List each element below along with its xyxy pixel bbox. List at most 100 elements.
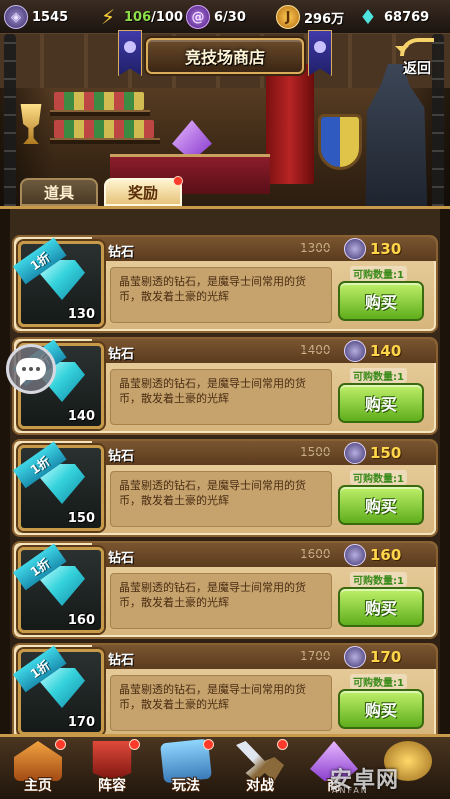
chat-bubble-icon bbox=[16, 358, 46, 386]
item-name: 钻石 bbox=[108, 653, 135, 668]
chain-left bbox=[4, 34, 16, 210]
item-icon-frame[interactable]: 150 1折 bbox=[12, 441, 104, 531]
buy-button[interactable]: 购买 bbox=[338, 281, 424, 321]
ticket-resource[interactable]: @ 6/30 bbox=[186, 5, 246, 29]
nav-lineup-label: 阵容 bbox=[98, 778, 126, 794]
shelf-goods bbox=[54, 120, 154, 138]
back-button[interactable]: 返回 bbox=[392, 36, 442, 78]
shield-decoration bbox=[318, 114, 362, 170]
tab-items[interactable]: 道具 bbox=[20, 178, 98, 206]
rank-value: 1545 bbox=[32, 9, 69, 25]
tab-rewards-label: 奖励 bbox=[127, 183, 158, 202]
buy-button[interactable]: 购买 bbox=[338, 485, 424, 525]
item-description: 晶莹剔透的钻石，是魔导士间常用的货币，散发着土豪的光辉 bbox=[119, 683, 306, 711]
rank-resource[interactable]: ◈ 1545 bbox=[4, 5, 68, 29]
alert-dot-icon bbox=[277, 739, 288, 750]
nav-battle-label: 对战 bbox=[246, 778, 274, 794]
nav-home[interactable]: 主页 bbox=[6, 739, 70, 799]
item-price: 150 bbox=[370, 444, 402, 462]
item-icon-frame[interactable]: 130 1折 bbox=[12, 237, 104, 327]
item-name: 钻石 bbox=[108, 449, 135, 464]
energy-value: 106/100 bbox=[124, 10, 183, 25]
curtain-decoration bbox=[266, 64, 314, 184]
tab-rewards[interactable]: 奖励 bbox=[104, 176, 183, 206]
energy-current: 106 bbox=[124, 9, 152, 25]
rank-emblem-icon: ◈ bbox=[4, 5, 28, 29]
trophy-decoration bbox=[20, 104, 42, 144]
item-description: 晶莹剔透的钻石，是魔导士间常用的货币，散发着土豪的光辉 bbox=[119, 479, 306, 507]
item-icon-frame[interactable]: 160 1折 bbox=[12, 543, 104, 633]
item-count: 170 bbox=[67, 715, 95, 730]
item-description: 晶莹剔透的钻石，是魔导士间常用的货币，散发着土豪的光辉 bbox=[119, 275, 306, 303]
item-count: 160 bbox=[67, 613, 95, 628]
back-label: 返回 bbox=[403, 61, 431, 77]
original-price: 1500 bbox=[300, 445, 331, 459]
item-description: 晶莹剔透的钻石，是魔导士间常用的货币，散发着土豪的光辉 bbox=[119, 377, 306, 405]
buy-button[interactable]: 购买 bbox=[338, 587, 424, 627]
gold-value: 296万 bbox=[304, 11, 345, 27]
purchase-limit: 可购数量:1 bbox=[350, 470, 407, 485]
nav-battle[interactable]: 对战 bbox=[228, 739, 292, 799]
resource-bar: ◈ 1545 ⚡ 106/100 @ 6/30 J 296万 ♦ 68769 bbox=[0, 0, 450, 34]
nav-lineup[interactable]: 阵容 bbox=[80, 739, 144, 799]
list-item: 170 1折 钻石 1700 170 晶莹剔透的钻石，是魔导士间常用的货币，散发… bbox=[12, 643, 438, 734]
nav-gameplay[interactable]: 玩法 bbox=[154, 738, 218, 799]
diamond-resource[interactable]: ♦ 68769 bbox=[356, 5, 429, 29]
arena-token-icon bbox=[344, 238, 366, 260]
buy-button[interactable]: 购买 bbox=[338, 383, 424, 423]
item-price: 130 bbox=[370, 240, 402, 258]
item-icon-frame[interactable]: 170 1折 bbox=[12, 645, 104, 734]
back-arrow-icon bbox=[395, 38, 434, 56]
page-title: 竞技场商店 bbox=[184, 48, 265, 67]
purchase-limit: 可购数量:1 bbox=[350, 572, 407, 587]
arena-token-icon bbox=[344, 340, 366, 362]
shelf bbox=[50, 110, 150, 116]
purchase-limit: 可购数量:1 bbox=[350, 266, 407, 281]
original-price: 1600 bbox=[300, 547, 331, 561]
crystal-decoration bbox=[172, 120, 212, 154]
item-count: 130 bbox=[67, 307, 95, 322]
purchase-limit: 可购数量:1 bbox=[350, 368, 407, 383]
alert-dot-icon bbox=[55, 739, 66, 750]
energy-resource[interactable]: ⚡ 106/100 bbox=[96, 5, 183, 29]
energy-max: /100 bbox=[151, 9, 184, 25]
alert-dot-icon bbox=[129, 739, 140, 750]
list-item: 150 1折 钻石 1500 150 晶莹剔透的钻石，是魔导士间常用的货币，散发… bbox=[12, 439, 438, 537]
item-price: 170 bbox=[370, 648, 402, 666]
gold-coin-icon: J bbox=[276, 5, 300, 29]
original-price: 1300 bbox=[300, 241, 331, 255]
nav-gameplay-label: 玩法 bbox=[172, 778, 200, 794]
shop-title-banner: 竞技场商店 bbox=[146, 38, 304, 74]
arena-token-icon bbox=[344, 442, 366, 464]
gold-resource[interactable]: J 296万 bbox=[276, 5, 344, 29]
item-description-box: 晶莹剔透的钻石，是魔导士间常用的货币，散发着土豪的光辉 bbox=[110, 267, 332, 323]
item-list-panel[interactable]: 130 1折 钻石 1300 130 晶莹剔透的钻石，是魔导士间常用的货币，散发… bbox=[0, 206, 450, 734]
alert-dot-icon bbox=[203, 739, 214, 750]
purchase-limit: 可购数量:1 bbox=[350, 674, 407, 689]
original-price: 1400 bbox=[300, 343, 331, 357]
item-name: 钻石 bbox=[108, 551, 135, 566]
list-item: 140 1折 钻石 1400 140 晶莹剔透的钻石，是魔导士间常用的货币，散发… bbox=[12, 337, 438, 435]
item-description-box: 晶莹剔透的钻石，是魔导士间常用的货币，散发着土豪的光辉 bbox=[110, 675, 332, 731]
item-name: 钻石 bbox=[108, 347, 135, 362]
item-name: 钻石 bbox=[108, 245, 135, 260]
shelf bbox=[50, 138, 160, 144]
item-description-box: 晶莹剔透的钻石，是魔导士间常用的货币，散发着土豪的光辉 bbox=[110, 573, 332, 629]
shelf-goods bbox=[54, 92, 144, 110]
nav-home-label: 主页 bbox=[24, 778, 52, 794]
lightning-icon: ⚡ bbox=[100, 5, 116, 29]
tab-items-label: 道具 bbox=[43, 183, 74, 202]
buy-button[interactable]: 购买 bbox=[338, 689, 424, 729]
chat-button[interactable] bbox=[6, 344, 56, 394]
item-price: 160 bbox=[370, 546, 402, 564]
alert-dot-icon bbox=[173, 176, 183, 186]
arena-token-icon bbox=[344, 646, 366, 668]
item-description-box: 晶莹剔透的钻石，是魔导士间常用的货币，散发着土豪的光辉 bbox=[110, 369, 332, 425]
item-price: 140 bbox=[370, 342, 402, 360]
watermark-sub: ANFAN bbox=[332, 786, 369, 795]
item-description-box: 晶莹剔透的钻石，是魔导士间常用的货币，散发着土豪的光辉 bbox=[110, 471, 332, 527]
ticket-value: 6/30 bbox=[214, 9, 246, 25]
original-price: 1700 bbox=[300, 649, 331, 663]
item-count: 150 bbox=[67, 511, 95, 526]
item-description: 晶莹剔透的钻石，是魔导士间常用的货币，散发着土豪的光辉 bbox=[119, 581, 306, 609]
